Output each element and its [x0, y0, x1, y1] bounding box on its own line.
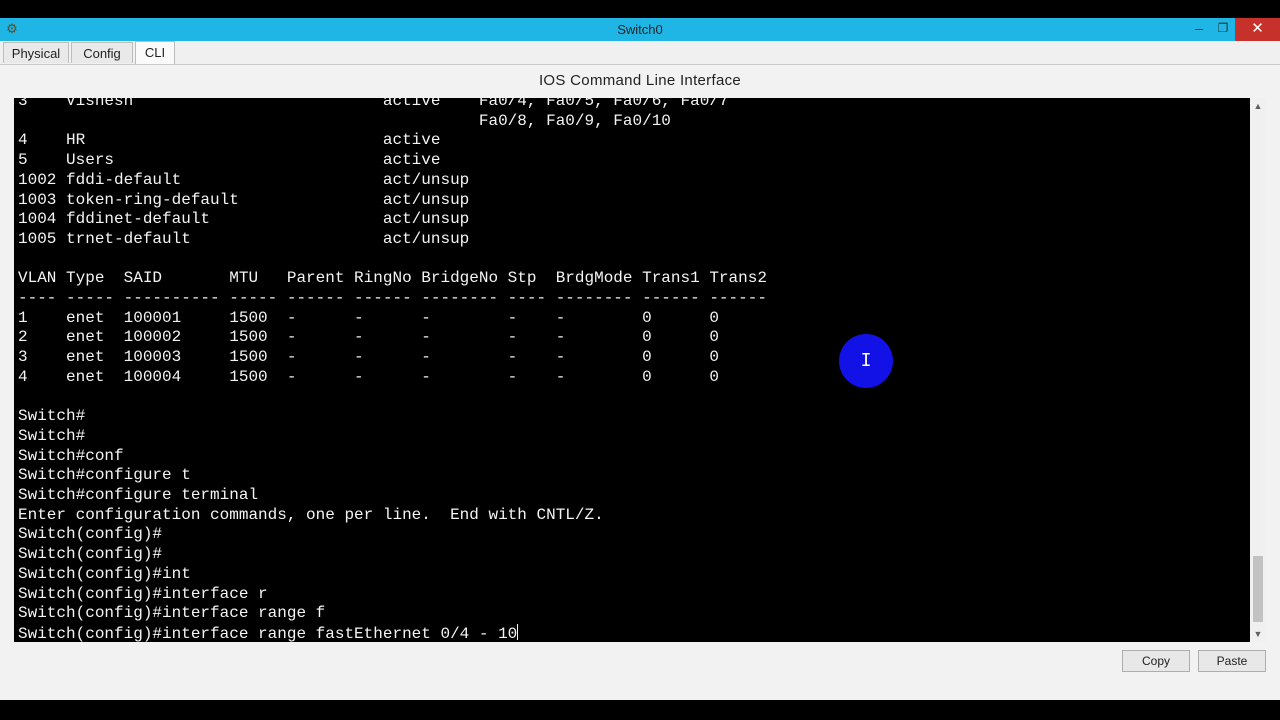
scroll-thumb[interactable]	[1253, 556, 1263, 622]
terminal-line: ---- ----- ---------- ----- ------ -----…	[18, 289, 767, 308]
terminal-line: 1 enet 100001 1500 - - - - - 0 0	[18, 308, 719, 327]
ibeam-cursor-icon: I	[860, 350, 872, 371]
minimize-button[interactable]: –	[1188, 18, 1210, 41]
terminal-line: 1005 trnet-default act/unsup	[18, 229, 470, 248]
title-bar[interactable]: ⚙ Switch0 – ❐ ✕	[0, 18, 1280, 41]
maximize-button[interactable]: ❐	[1212, 18, 1234, 41]
terminal-input-line[interactable]: Switch(config)#interface range fastEther…	[18, 625, 517, 642]
application-window: ⚙ Switch0 – ❐ ✕ Physical Config CLI IOS …	[0, 18, 1280, 700]
paste-button[interactable]: Paste	[1198, 650, 1266, 672]
window-title: Switch0	[617, 22, 663, 37]
terminal-output: 3 Vishesh active Fa0/4, Fa0/5, Fa0/6, Fa…	[18, 98, 767, 642]
terminal-line: Switch#conf	[18, 446, 124, 465]
tab-bar: Physical Config CLI	[0, 41, 1280, 65]
terminal-line: 4 enet 100004 1500 - - - - - 0 0	[18, 367, 719, 386]
tab-physical[interactable]: Physical	[3, 42, 69, 63]
terminal-line: Switch(config)#	[18, 525, 163, 544]
terminal-line: Switch(config)#	[18, 545, 163, 564]
terminal-line: 3 enet 100003 1500 - - - - - 0 0	[18, 348, 719, 367]
terminal-line: 2 enet 100002 1500 - - - - - 0 0	[18, 328, 719, 347]
terminal-line: 1002 fddi-default act/unsup	[18, 170, 470, 189]
close-button[interactable]: ✕	[1235, 18, 1280, 41]
terminal-line: 5 Users active	[18, 151, 441, 170]
terminal-line: Fa0/8, Fa0/9, Fa0/10	[18, 111, 671, 130]
scroll-down-icon[interactable]: ▼	[1250, 626, 1266, 642]
text-cursor	[517, 623, 519, 640]
copy-button[interactable]: Copy	[1122, 650, 1190, 672]
terminal-line: Switch#	[18, 426, 86, 445]
terminal-line: VLAN Type SAID MTU Parent RingNo BridgeN…	[18, 269, 767, 288]
scroll-up-icon[interactable]: ▲	[1250, 98, 1266, 114]
terminal-line: Switch(config)#interface range f	[18, 604, 326, 623]
tab-cli[interactable]: CLI	[135, 41, 175, 64]
mouse-highlight: I	[839, 334, 893, 388]
terminal-line: 1004 fddinet-default act/unsup	[18, 210, 470, 229]
terminal-line: Switch#configure t	[18, 466, 191, 485]
terminal-line: Enter configuration commands, one per li…	[18, 505, 604, 524]
terminal-line: 1003 token-ring-default act/unsup	[18, 190, 470, 209]
terminal-scrollbar[interactable]: ▲ ▼	[1250, 98, 1266, 642]
terminal-line: 3 Vishesh active Fa0/4, Fa0/5, Fa0/6, Fa…	[18, 98, 729, 110]
tab-config[interactable]: Config	[71, 42, 133, 63]
pane-title: IOS Command Line Interface	[538, 72, 742, 89]
terminal-line: Switch#	[18, 407, 86, 426]
terminal-line: Switch(config)#int	[18, 564, 191, 583]
terminal-line: Switch#configure terminal	[18, 486, 259, 505]
terminal-line: Switch(config)#interface r	[18, 584, 268, 603]
cli-terminal[interactable]: 3 Vishesh active Fa0/4, Fa0/5, Fa0/6, Fa…	[14, 98, 1250, 642]
terminal-line: 4 HR active	[18, 131, 441, 150]
